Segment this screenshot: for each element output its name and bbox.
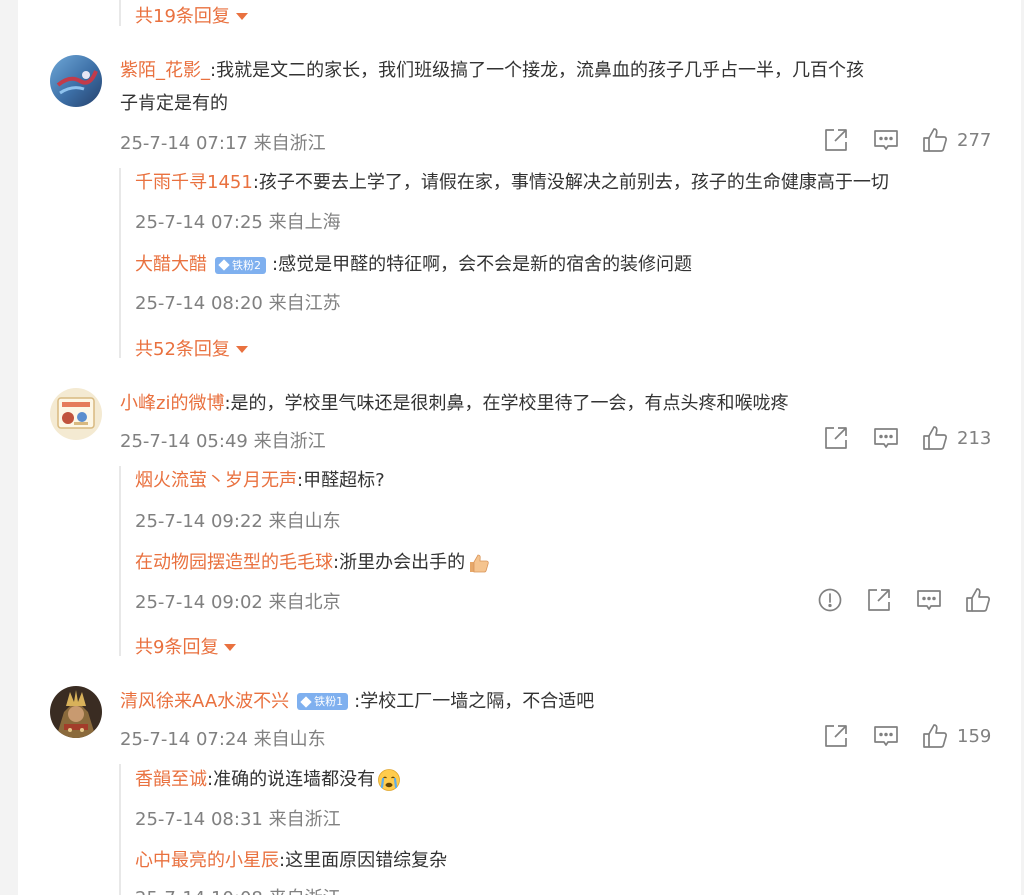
- share-icon[interactable]: [866, 587, 892, 613]
- fan-badge: 铁粉2: [215, 256, 266, 274]
- like-icon[interactable]: [965, 587, 991, 613]
- like-count: 159: [957, 725, 992, 747]
- comment-body-continued: 子肯定是有的: [120, 93, 228, 114]
- comment-meta: 25-7-14 07:17 来自浙江: [120, 133, 326, 154]
- reply-meta: 25-7-14 10:08 来自浙江: [135, 884, 341, 895]
- comments-panel: 共19条回复 紫陌_花影_:我就是文二的家长，我们班级搞了一个接龙，流鼻血的孩子…: [18, 0, 1021, 895]
- reply-meta: 25-7-14 09:02 来自北京: [135, 592, 341, 613]
- reply-text: 烟火流萤丶岁月无声:甲醛超标?: [135, 468, 385, 494]
- more-replies-link[interactable]: 共9条回复: [135, 633, 237, 659]
- reply-text: 心中最亮的小星辰:这里面原因错综复杂: [135, 848, 447, 874]
- more-replies-link[interactable]: 共52条回复: [135, 335, 248, 361]
- comment-body: :学校工厂一墙之隔，不合适吧: [354, 691, 595, 712]
- reply-username[interactable]: 在动物园摆造型的毛毛球: [135, 550, 333, 576]
- reply-meta: 25-7-14 07:25 来自上海: [135, 212, 341, 233]
- comment-username[interactable]: 紫陌_花影_: [120, 60, 210, 81]
- reply-username[interactable]: 烟火流萤丶岁月无声: [135, 468, 297, 494]
- reply-body: :浙里办会出手的: [333, 552, 466, 573]
- avatar[interactable]: [50, 55, 102, 107]
- comment-meta: 25-7-14 07:24 来自山东: [120, 729, 326, 750]
- reply-body: :准确的说连墙都没有: [207, 769, 376, 790]
- reply-username[interactable]: 千雨千寻1451: [135, 170, 253, 196]
- diamond-icon: [218, 259, 230, 271]
- reply-thread-bar: [119, 168, 121, 358]
- share-icon[interactable]: [823, 127, 849, 153]
- comment-icon[interactable]: [916, 587, 942, 613]
- more-replies-label[interactable]: 共52条回复: [135, 335, 230, 361]
- avatar[interactable]: [50, 388, 102, 440]
- reply-thread-bar: [119, 466, 121, 656]
- caret-down-icon: [235, 12, 248, 20]
- avatar[interactable]: [50, 686, 102, 738]
- like-count: 213: [957, 427, 992, 449]
- comment-text: 紫陌_花影_:我就是文二的家长，我们班级搞了一个接龙，流鼻血的孩子几乎占一半，几…: [120, 54, 990, 120]
- thumbs-up-emoji: [467, 551, 491, 575]
- reply-body: :孩子不要去上学了，请假在家，事情没解决之前别去，孩子的生命健康高于一切: [252, 172, 889, 193]
- comment-icon[interactable]: [873, 723, 899, 749]
- fan-badge-label: 铁粉2: [232, 258, 261, 272]
- comment-icon[interactable]: [873, 127, 899, 153]
- more-replies-label[interactable]: 共9条回复: [135, 633, 218, 659]
- like-icon: [923, 426, 948, 450]
- like-button[interactable]: 277: [922, 127, 991, 153]
- like-icon: [923, 724, 948, 748]
- comment-icon[interactable]: [873, 425, 899, 451]
- reply-username[interactable]: 香韻至诚: [135, 767, 207, 793]
- crying-face-emoji: [377, 768, 401, 792]
- reply-thread-bar: [119, 764, 121, 895]
- like-icon: [923, 128, 948, 152]
- caret-down-icon: [235, 345, 248, 353]
- comment-text: 小峰zi的微博:是的，学校里气味还是很刺鼻，在学校里待了一会，有点头疼和喉咙疼: [120, 387, 990, 420]
- comment-username[interactable]: 小峰zi的微博: [120, 393, 224, 414]
- reply-meta: 25-7-14 09:22 来自山东: [135, 511, 341, 532]
- report-icon[interactable]: [817, 587, 843, 613]
- comment-username[interactable]: 清风徐来AA水波不兴: [120, 685, 289, 718]
- reply-body: :感觉是甲醛的特征啊，会不会是新的宿舍的装修问题: [272, 254, 693, 275]
- caret-down-icon: [224, 643, 237, 651]
- comment-body: :我就是文二的家长，我们班级搞了一个接龙，流鼻血的孩子几乎占一半，几百个孩: [210, 60, 865, 81]
- comment-body: :是的，学校里气味还是很刺鼻，在学校里待了一会，有点头疼和喉咙疼: [224, 393, 789, 414]
- comment-text: 清风徐来AA水波不兴 铁粉1 :学校工厂一墙之隔，不合适吧: [120, 685, 990, 718]
- reply-username[interactable]: 大醋大醋: [135, 252, 207, 278]
- reply-meta: 25-7-14 08:20 来自江苏: [135, 293, 341, 314]
- share-icon[interactable]: [823, 723, 849, 749]
- diamond-icon: [300, 695, 312, 708]
- fan-badge: 铁粉1: [297, 693, 349, 710]
- share-icon[interactable]: [823, 425, 849, 451]
- like-count: 277: [957, 129, 992, 151]
- reply-meta: 25-7-14 08:31 来自浙江: [135, 809, 341, 830]
- reply-text: 香韻至诚:准确的说连墙都没有: [135, 767, 401, 793]
- fan-badge-label: 铁粉1: [314, 695, 344, 708]
- reply-username[interactable]: 心中最亮的小星辰: [135, 848, 279, 874]
- more-replies-label[interactable]: 共19条回复: [135, 2, 230, 28]
- reply-text: 在动物园摆造型的毛毛球:浙里办会出手的: [135, 550, 491, 576]
- like-button[interactable]: 213: [922, 425, 991, 451]
- like-button[interactable]: 159: [922, 723, 991, 749]
- reply-text: 大醋大醋 铁粉2 :感觉是甲醛的特征啊，会不会是新的宿舍的装修问题: [135, 252, 692, 278]
- reply-body: :这里面原因错综复杂: [279, 850, 448, 871]
- reply-thread-bar: [119, 0, 121, 26]
- more-replies-link[interactable]: 共19条回复: [135, 2, 248, 28]
- comment-meta: 25-7-14 05:49 来自浙江: [120, 431, 326, 452]
- reply-text: 千雨千寻1451:孩子不要去上学了，请假在家，事情没解决之前别去，孩子的生命健康…: [135, 170, 889, 196]
- reply-body: :甲醛超标?: [297, 470, 385, 491]
